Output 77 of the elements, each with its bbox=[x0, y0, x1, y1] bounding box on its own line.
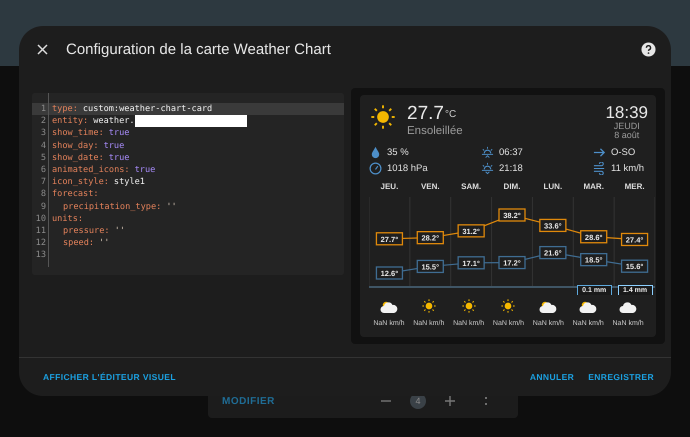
yaml-value: '' bbox=[114, 226, 125, 236]
line-number: 2 bbox=[40, 116, 47, 126]
close-icon bbox=[36, 44, 48, 54]
sun-icon bbox=[500, 298, 516, 314]
plus-icon[interactable] bbox=[444, 395, 456, 407]
weekday: JEUDI bbox=[614, 122, 640, 131]
day-label: MAR. bbox=[584, 182, 604, 191]
dialog-title: Configuration de la carte Weather Chart bbox=[66, 40, 332, 58]
day-label: MER. bbox=[624, 182, 645, 191]
gauge-icon bbox=[369, 162, 382, 175]
line-number: 13 bbox=[34, 250, 47, 260]
code-editor[interactable] bbox=[32, 93, 344, 275]
yaml-value: '' bbox=[166, 202, 177, 212]
attribute-value: 11 km/h bbox=[611, 163, 644, 174]
wind-icon bbox=[593, 162, 606, 175]
water-drop-icon bbox=[369, 146, 382, 159]
yaml-key: entity: bbox=[52, 116, 88, 126]
line-number: 7 bbox=[40, 177, 47, 188]
yaml-key: forecast: bbox=[52, 189, 99, 200]
yaml-key: icon_style: bbox=[52, 177, 109, 188]
yaml-value: true bbox=[104, 140, 124, 151]
line-number: 8 bbox=[40, 189, 47, 200]
day-label: LUN. bbox=[544, 182, 562, 191]
sun-cloud-icon bbox=[380, 300, 398, 314]
temperature-unit: °C bbox=[444, 109, 456, 120]
day-label: VEN. bbox=[420, 182, 440, 191]
line-number: 4 bbox=[40, 140, 47, 151]
sun-cloud-icon bbox=[539, 300, 558, 314]
line-number: 12 bbox=[34, 238, 47, 248]
sun-icon bbox=[369, 103, 397, 131]
attribute-value: 06:37 bbox=[499, 147, 523, 158]
line-number: 11 bbox=[34, 226, 47, 236]
temperature: 27.7 bbox=[407, 103, 444, 125]
line-number: 6 bbox=[40, 165, 47, 176]
sun-icon bbox=[420, 298, 437, 314]
yaml-key: pressure: bbox=[63, 226, 110, 236]
visual-editor-button[interactable]: AFFICHER L'ÉDITEUR VISUEL bbox=[39, 368, 180, 386]
yaml-value: true bbox=[108, 152, 130, 163]
line-number: 5 bbox=[40, 152, 47, 163]
line-number: 10 bbox=[34, 214, 47, 224]
yaml-value: custom:weather-chart-card bbox=[82, 104, 212, 114]
day-label: JEU. bbox=[380, 182, 398, 191]
date: 8 août bbox=[614, 131, 640, 140]
yaml-value: style1 bbox=[114, 177, 145, 188]
save-button[interactable]: ENREGISTRER bbox=[584, 368, 658, 386]
cancel-button[interactable]: ANNULER bbox=[526, 368, 578, 386]
edit-link[interactable]: MODIFIER bbox=[222, 396, 368, 406]
yaml-key: units: bbox=[52, 214, 84, 224]
yaml-key: animated_icons: bbox=[52, 165, 130, 176]
line-number: 3 bbox=[40, 128, 47, 138]
yaml-value: '' bbox=[99, 238, 110, 248]
attribute-value: O-SO bbox=[611, 147, 636, 158]
sunrise-icon bbox=[481, 146, 494, 159]
yaml-key: show_day: bbox=[52, 140, 99, 151]
sun-cloud-icon bbox=[579, 300, 598, 314]
day-label: SAM. bbox=[461, 182, 482, 191]
yaml-value: weather. bbox=[93, 116, 135, 126]
sun-icon bbox=[460, 298, 477, 314]
day-label: DIM. bbox=[504, 182, 520, 191]
yaml-value: true bbox=[108, 128, 130, 138]
clock-time: 18:39 bbox=[605, 103, 648, 122]
yaml-key: precipitation_type: bbox=[63, 202, 162, 212]
line-number: 1 bbox=[40, 104, 47, 114]
cloud-icon bbox=[619, 300, 638, 314]
line-number: 9 bbox=[40, 202, 47, 212]
attribute-value: 21:18 bbox=[499, 163, 523, 174]
yaml-key: speed: bbox=[63, 238, 94, 248]
arrow-right-icon bbox=[593, 146, 606, 159]
condition-text: Ensoleillée bbox=[407, 125, 464, 137]
yaml-key: show_date: bbox=[52, 152, 104, 163]
attribute-value: 35 % bbox=[387, 147, 409, 158]
yaml-key: type: bbox=[52, 104, 78, 114]
sunset-icon bbox=[481, 162, 494, 175]
yaml-value: true bbox=[134, 165, 156, 176]
help-button[interactable] bbox=[639, 40, 657, 58]
attribute-value: 1018 hPa bbox=[387, 163, 428, 174]
yaml-key: show_time: bbox=[52, 128, 104, 138]
